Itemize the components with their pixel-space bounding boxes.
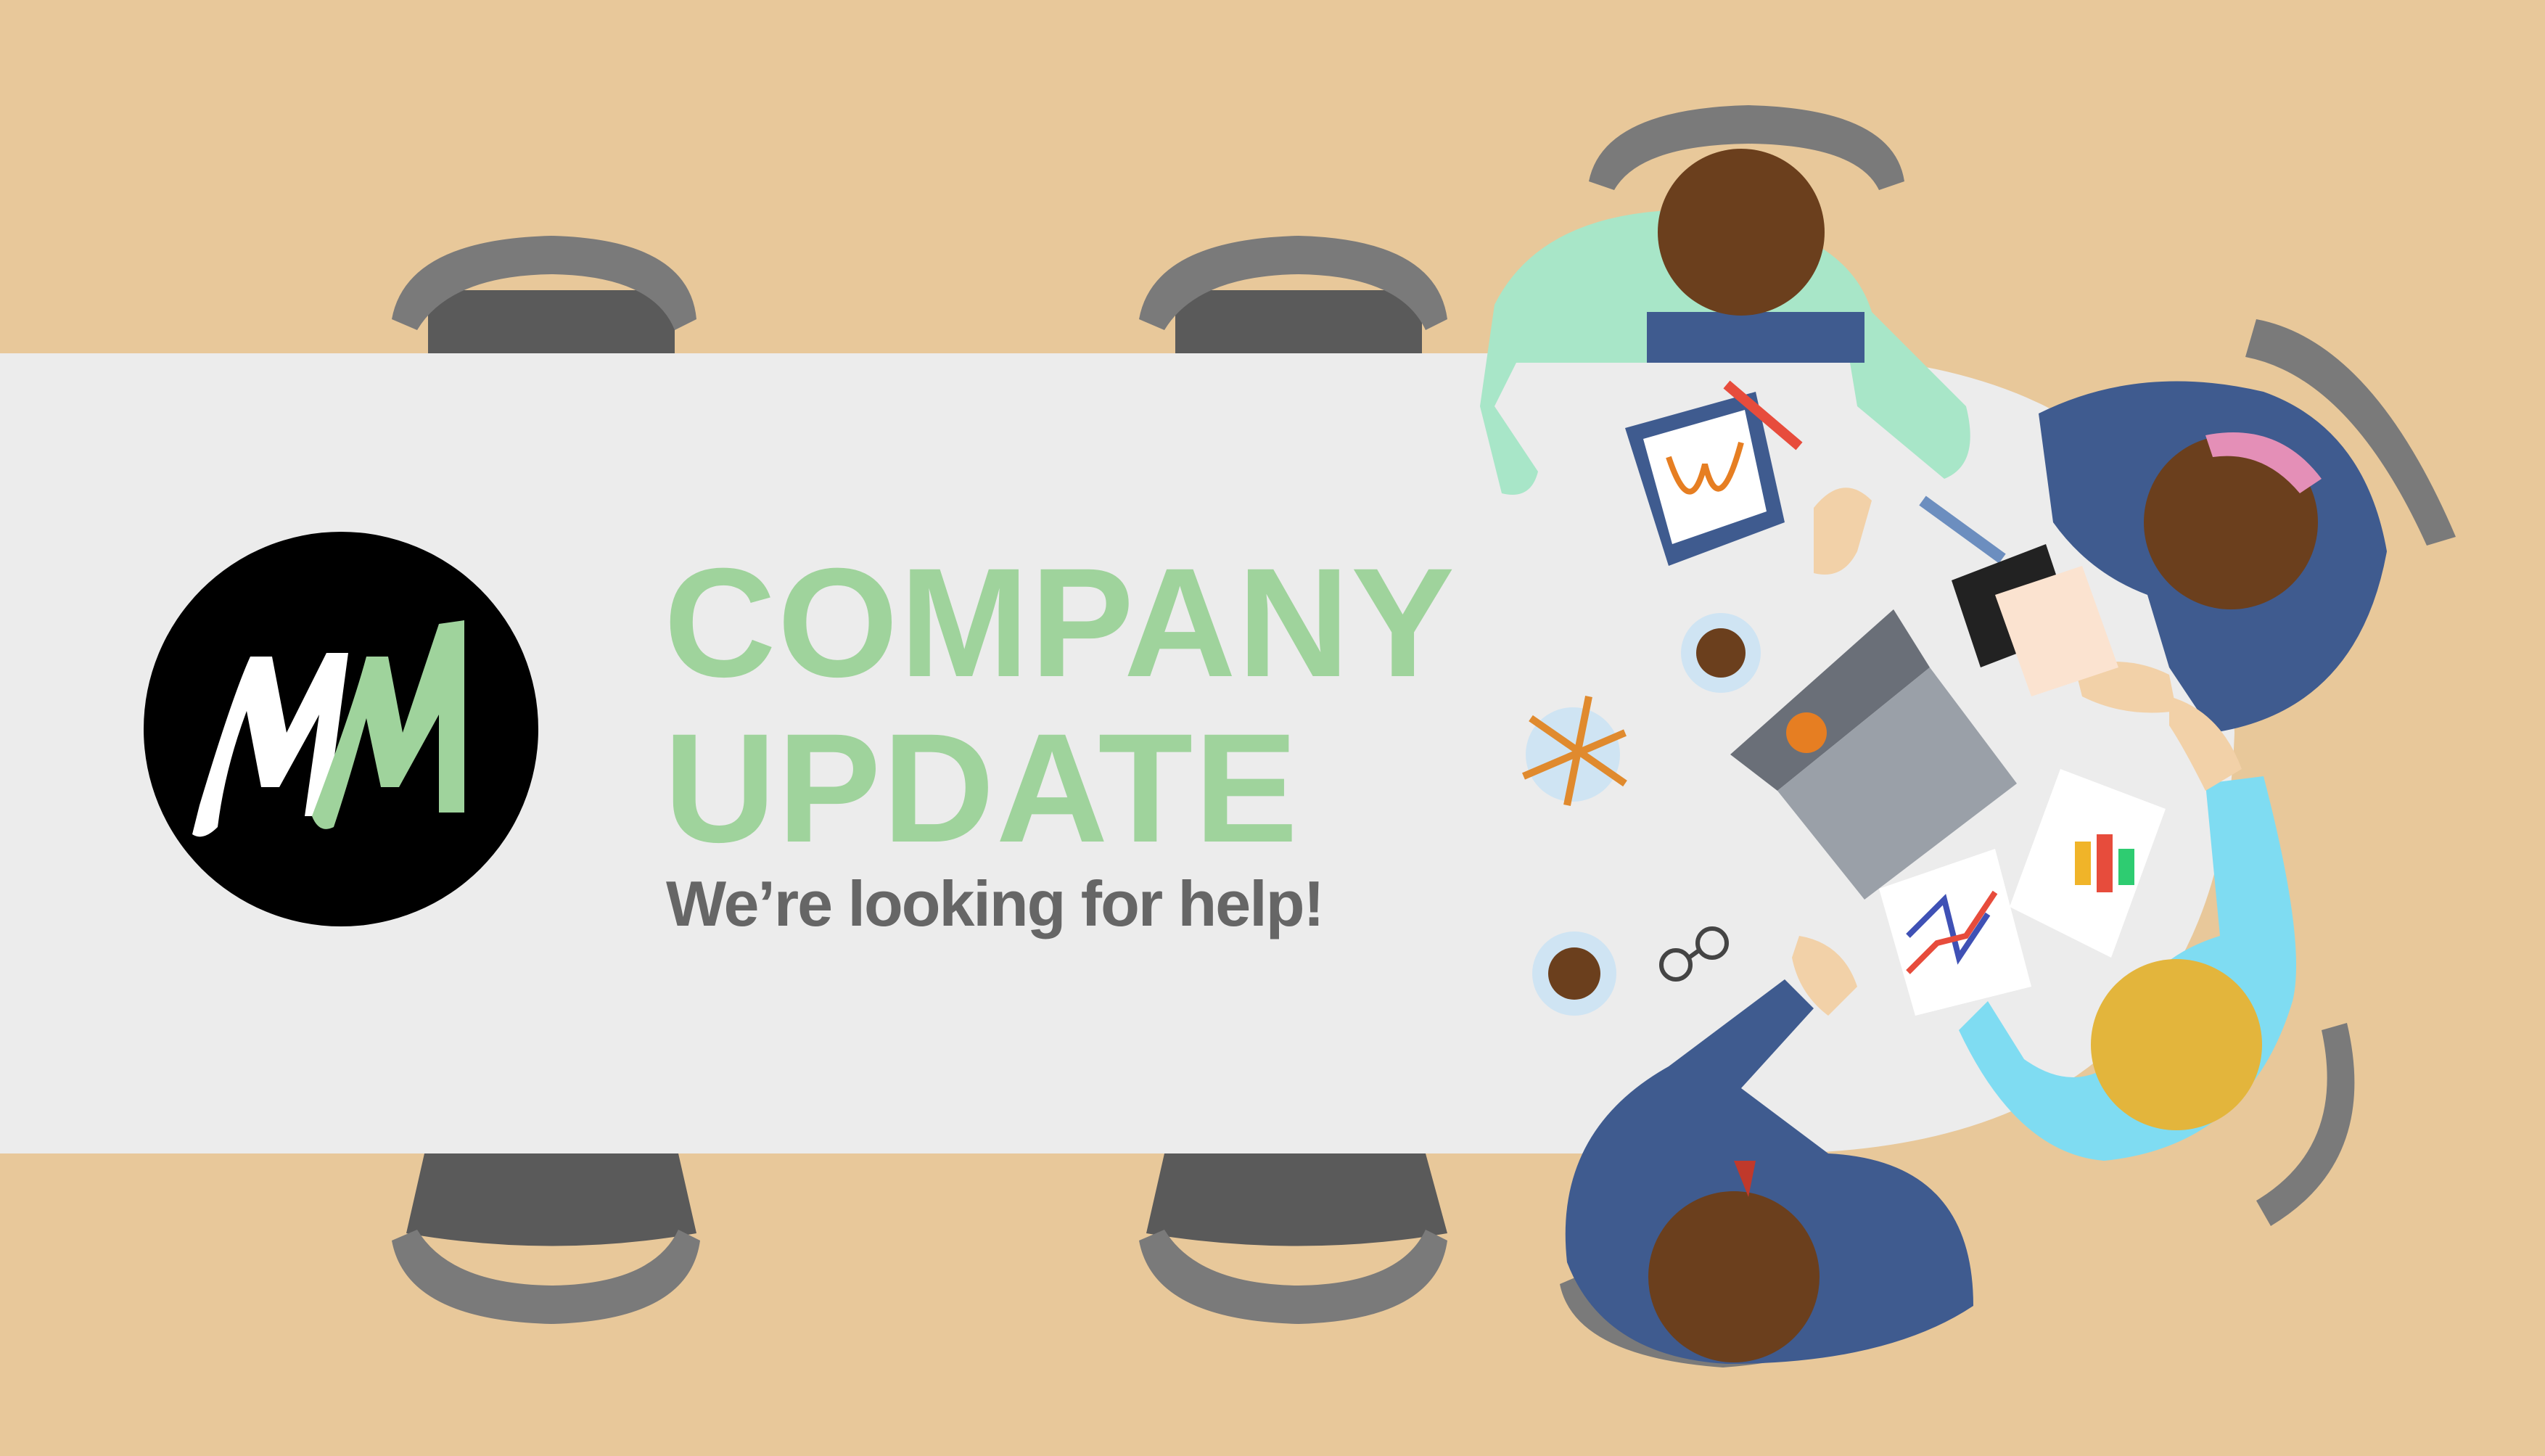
coffee-cup-icon [1532,931,1616,1016]
title-line-2: UPDATE [664,702,1299,875]
mm-logo [144,532,538,926]
coffee-cup-icon [1681,613,1761,693]
page-title: COMPANY UPDATE [664,540,1456,871]
chair-icon [392,1153,700,1324]
person-icon [2039,381,2387,733]
title-line-1: COMPANY [664,536,1456,710]
chair-icon [1139,1153,1447,1324]
tagline: We’re looking for help! [666,868,1325,939]
company-update-banner: COMPANY UPDATE We’re looking for help! [0,0,2545,1456]
